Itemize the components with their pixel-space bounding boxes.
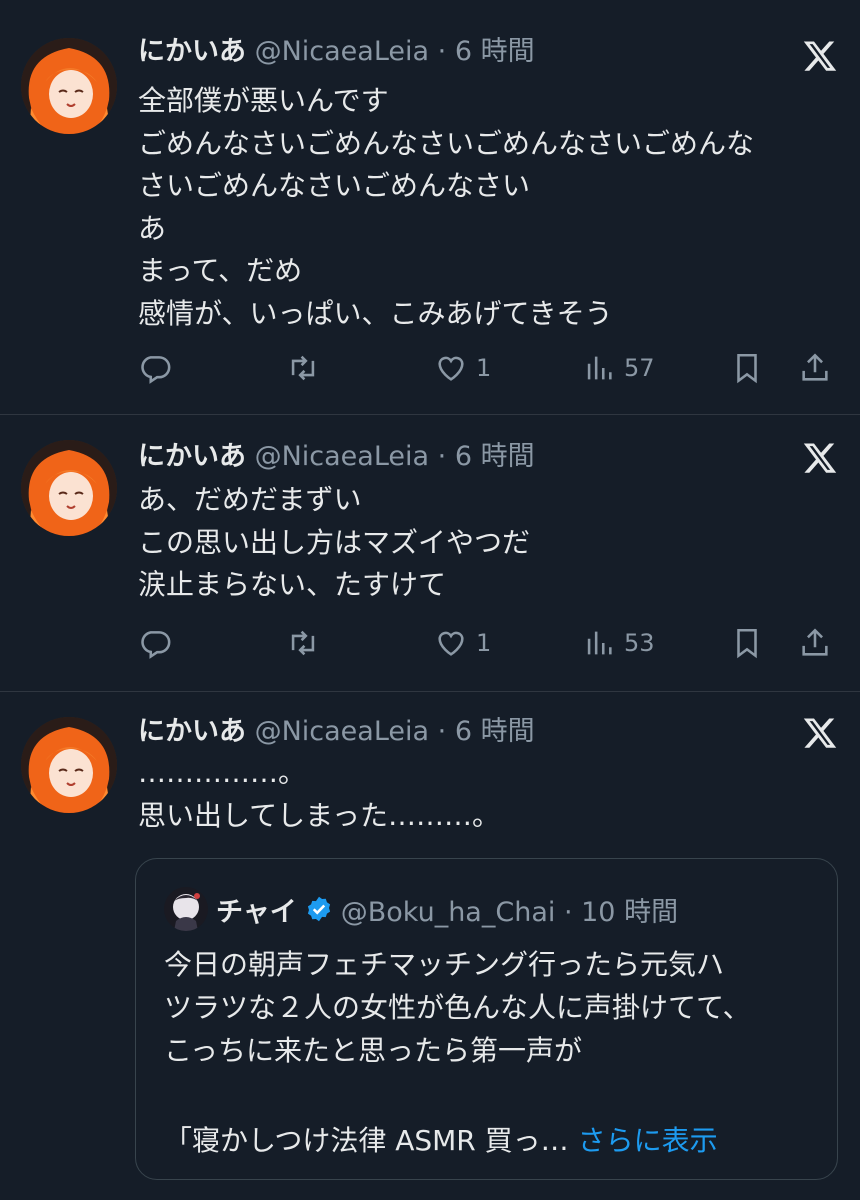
- like-button[interactable]: 1: [434, 348, 491, 388]
- reply-icon: [141, 356, 171, 384]
- quoted-display-name: チャイ: [216, 896, 297, 928]
- share-button[interactable]: [798, 348, 832, 388]
- display-name[interactable]: にかいあ: [138, 716, 246, 747]
- tweet-text: あ、だめだまずい この思い出し方はマズイやつだ 涙止まらない、たすけて: [138, 483, 531, 601]
- timestamp[interactable]: 6 時間: [455, 716, 535, 747]
- x-logo-icon: [803, 718, 837, 748]
- quoted-timestamp: 10 時間: [581, 896, 679, 928]
- reply-button[interactable]: [138, 623, 172, 663]
- tweet-text: 全部僕が悪いんです ごめんなさいごめんなさいごめんなさいごめんな さいごめんなさ…: [138, 84, 755, 330]
- tweet-header: にかいあ @NicaeaLeia · 6 時間: [138, 34, 535, 70]
- quoted-tweet[interactable]: チャイ @Boku_ha_Chai · 10 時間 今日の朝声フェチマッチング行…: [135, 858, 838, 1180]
- separator: ·: [429, 716, 455, 747]
- display-name[interactable]: にかいあ: [138, 36, 246, 67]
- user-handle[interactable]: @NicaeaLeia: [255, 441, 429, 472]
- tweet-text: ……………。 思い出してしまった………。: [138, 756, 501, 832]
- like-count: 1: [476, 629, 492, 657]
- timestamp[interactable]: 6 時間: [455, 36, 535, 67]
- quoted-avatar: [164, 887, 208, 931]
- reply-icon: [141, 631, 171, 659]
- verified-badge-icon: [307, 896, 330, 922]
- quoted-tweet-header: チャイ @Boku_ha_Chai · 10 時間: [164, 887, 678, 931]
- views-icon: [587, 356, 612, 380]
- retweet-button[interactable]: [286, 623, 320, 663]
- separator: ·: [555, 896, 582, 928]
- bookmark-icon: [737, 353, 757, 384]
- views-button[interactable]: 57: [582, 348, 655, 388]
- like-icon: [438, 356, 464, 381]
- show-more-link[interactable]: さらに表示: [578, 1124, 718, 1157]
- tweet[interactable]: にかいあ @NicaeaLeia · 6 時間 あ、だめだまずい この思い出し方…: [0, 415, 860, 692]
- like-count: 1: [476, 354, 492, 382]
- views-button[interactable]: 53: [582, 623, 655, 663]
- quoted-tweet-last-line: 「寝かしつけ法律 ASMR 買っ… さらに表示: [164, 1119, 718, 1159]
- share-button[interactable]: [798, 623, 832, 663]
- share-icon: [802, 628, 828, 656]
- views-icon: [587, 631, 612, 655]
- share-icon: [802, 353, 828, 381]
- x-logo-icon: [803, 41, 837, 71]
- bookmark-icon: [737, 628, 757, 659]
- retweet-icon: [291, 630, 315, 656]
- tweet-actions: 1 53: [138, 623, 838, 663]
- retweet-icon: [291, 355, 315, 381]
- view-count: 57: [624, 354, 655, 382]
- separator: ·: [429, 36, 455, 67]
- retweet-button[interactable]: [286, 348, 320, 388]
- separator: ·: [429, 441, 455, 472]
- tweet-actions: 1 57: [138, 348, 838, 388]
- x-logo-icon: [803, 443, 837, 473]
- bookmark-button[interactable]: [730, 348, 764, 388]
- user-handle[interactable]: @NicaeaLeia: [255, 36, 429, 67]
- tweet-header: にかいあ @NicaeaLeia · 6 時間: [138, 439, 535, 475]
- tweet[interactable]: にかいあ @NicaeaLeia · 6 時間 全部僕が悪いんです ごめんなさい…: [0, 0, 860, 415]
- timestamp[interactable]: 6 時間: [455, 441, 535, 472]
- tweet-header: にかいあ @NicaeaLeia · 6 時間: [138, 714, 535, 750]
- avatar[interactable]: [21, 717, 117, 813]
- like-button[interactable]: 1: [434, 623, 491, 663]
- user-handle[interactable]: @NicaeaLeia: [255, 716, 429, 747]
- bookmark-button[interactable]: [730, 623, 764, 663]
- avatar[interactable]: [21, 38, 117, 134]
- avatar[interactable]: [21, 440, 117, 536]
- like-icon: [438, 631, 464, 656]
- view-count: 53: [624, 629, 655, 657]
- display-name[interactable]: にかいあ: [138, 441, 246, 472]
- quoted-user-handle: @Boku_ha_Chai: [340, 896, 556, 928]
- quoted-tweet-text: 今日の朝声フェチマッチング行ったら元気ハ ツラツな２人の女性が色んな人に声掛けて…: [164, 948, 751, 1067]
- reply-button[interactable]: [138, 348, 172, 388]
- quoted-tweet-truncated-text: 「寝かしつけ法律 ASMR 買っ…: [164, 1124, 569, 1157]
